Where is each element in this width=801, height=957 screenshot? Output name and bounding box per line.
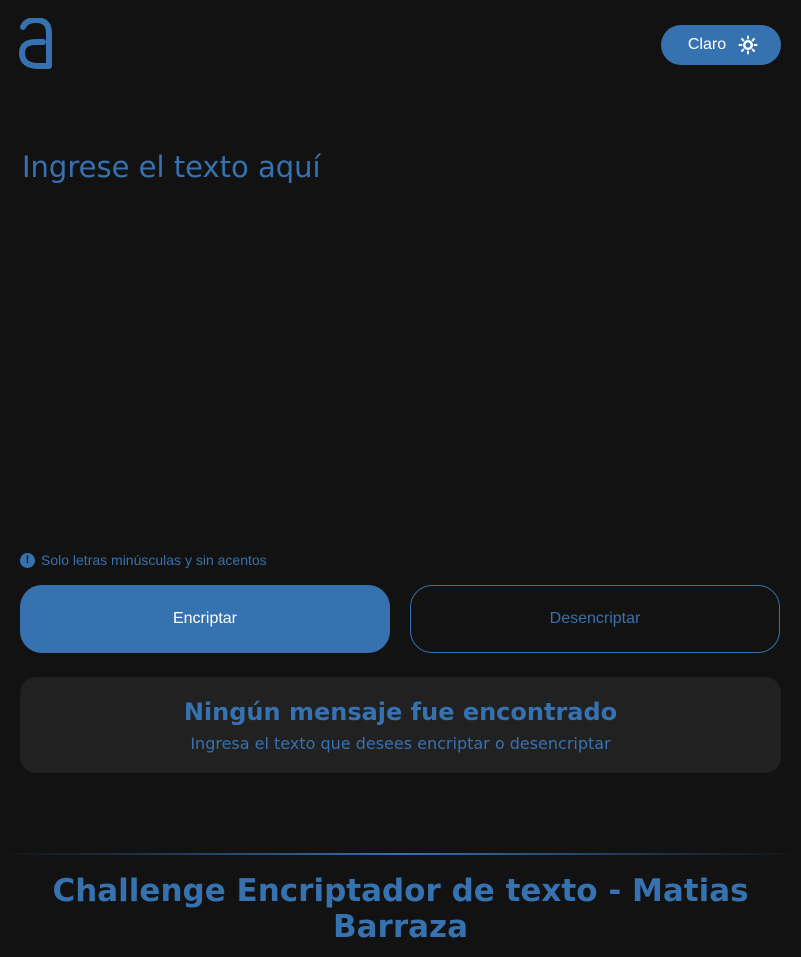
output-subtitle: Ingresa el texto que desees encriptar o … xyxy=(190,733,611,753)
footer-divider xyxy=(0,853,801,855)
hint: ! Solo letras minúsculas y sin acentos xyxy=(20,552,267,568)
footer-title: Challenge Encriptador de texto - Matias … xyxy=(52,873,749,945)
theme-toggle-label: Claro xyxy=(687,36,727,53)
output-title: Ningún mensaje fue encontrado xyxy=(183,697,618,726)
text-input[interactable] xyxy=(20,148,780,528)
theme-toggle-button[interactable]: Claro xyxy=(661,25,781,65)
info-icon: ! xyxy=(20,552,35,568)
sun-icon xyxy=(738,35,758,55)
encrypt-button[interactable]: Encriptar xyxy=(20,585,390,653)
decrypt-button[interactable]: Desencriptar xyxy=(410,585,780,653)
hint-text: Solo letras minúsculas y sin acentos xyxy=(41,552,267,568)
letter-a-logo-icon xyxy=(19,18,52,69)
output-panel: Ningún mensaje fue encontrado Ingresa el… xyxy=(20,677,781,773)
